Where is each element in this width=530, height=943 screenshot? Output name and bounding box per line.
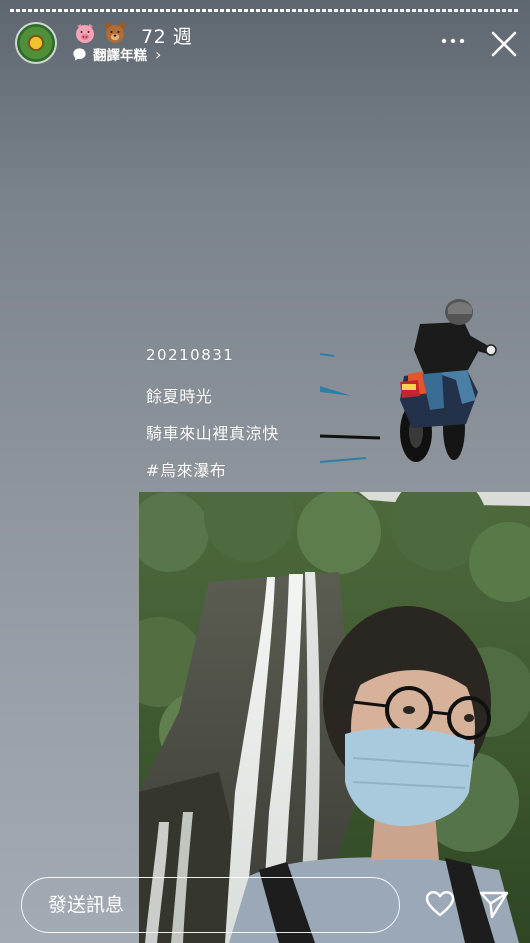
story-progress-bar [10,9,520,12]
motorcycle-sticker[interactable] [316,296,506,468]
caption-date: 20210831 [146,346,235,364]
chat-bubble-icon [73,47,86,61]
translate-label: 翻譯年糕 [93,48,147,64]
heart-icon[interactable] [424,888,456,920]
chevron-right-icon: › [155,44,162,64]
caption-hashtag[interactable]: #烏來瀑布 [146,457,226,481]
pig-face-icon [76,24,94,43]
close-icon[interactable] [488,28,520,60]
waterfall-selfie-photo [139,492,530,943]
avatar[interactable] [15,22,57,64]
translate-link[interactable]: 翻譯年糕 › [72,44,162,64]
caption-line-2: 騎車來山裡真涼快 [146,424,279,443]
story-viewer[interactable]: 72 週 翻譯年糕 › 20210831 餘夏時光 騎車來山裡真涼快 #烏來瀑布 [0,0,530,943]
caption-line-1: 餘夏時光 [146,387,213,406]
bear-face-icon [104,22,126,43]
more-dots-icon[interactable] [440,34,466,48]
message-input[interactable] [21,877,400,933]
story-progress-fill [10,9,291,12]
send-icon[interactable] [478,888,510,920]
